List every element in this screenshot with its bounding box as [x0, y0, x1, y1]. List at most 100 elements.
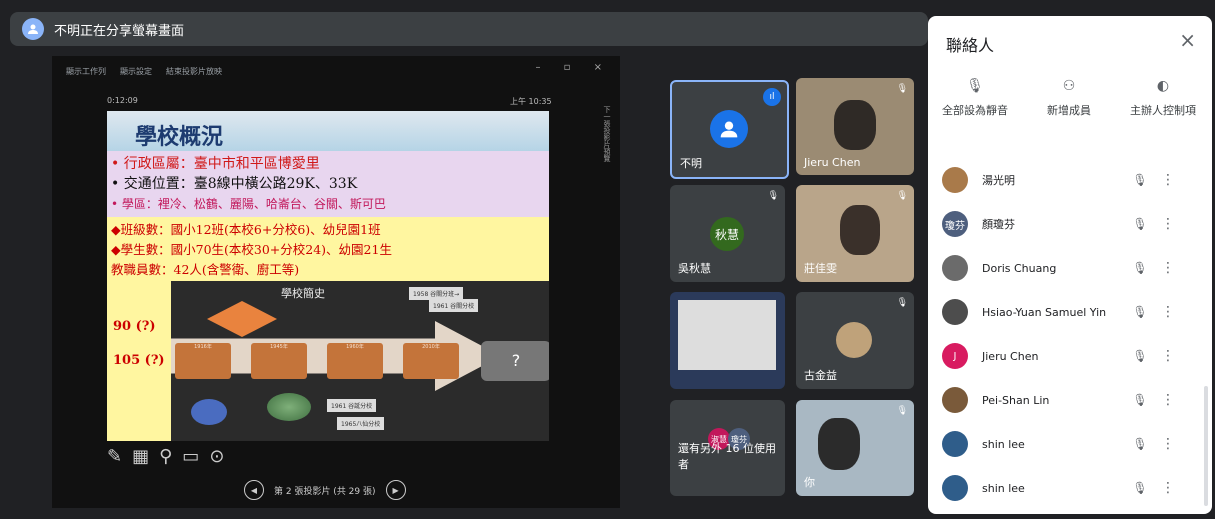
avatar-initials: J	[942, 343, 968, 369]
participant-name: Pei-Shan Lin	[982, 393, 1050, 407]
panel-actions: 🎙 全部設為靜音 ⚇ 新增成員 ◐ 主辦人控制項	[928, 78, 1212, 124]
next-slide-button[interactable]: ▶	[385, 480, 406, 500]
participant-row[interactable]: J Jieru Chen 🎙 ⋮	[928, 334, 1212, 378]
tile-name: Jieru Chen	[804, 156, 861, 169]
participant-row[interactable]: Doris Chuang 🎙 ⋮	[928, 246, 1212, 290]
add-people-button[interactable]: ⚇ 新增成員	[1022, 78, 1116, 118]
more-icon[interactable]: ⊙	[209, 446, 234, 467]
participant-tile[interactable]: 🎙 莊佳雯	[796, 185, 914, 282]
stat-line: 教職員數：42人(含警衛、廚工等)	[111, 262, 300, 277]
mic-off-icon[interactable]: 🎙	[1122, 393, 1158, 407]
panel-title: 聯絡人	[946, 36, 995, 55]
avatar	[942, 255, 968, 281]
avatar-icon	[22, 18, 44, 40]
action-label: 新增成員	[1047, 104, 1091, 117]
participant-name: shin lee	[982, 437, 1025, 451]
toolbar-item[interactable]: 顯示工作列	[66, 66, 106, 77]
avatar-initials: 瓊芬	[942, 211, 968, 237]
more-options-icon[interactable]: ⋮	[1158, 172, 1178, 188]
prev-slide-button[interactable]: ◀	[244, 480, 264, 500]
toggle-icon: ◐	[1156, 78, 1170, 94]
next-slide-note: 下一張投影片預覽	[603, 106, 611, 162]
more-options-icon[interactable]: ⋮	[1158, 304, 1178, 320]
tile-name: 不明	[680, 157, 702, 170]
participant-row[interactable]: Hsiao-Yuan Samuel Yin 🎙 ⋮	[928, 290, 1212, 334]
mic-off-icon: 🎙	[767, 191, 779, 201]
participant-tile[interactable]: 🎙 你	[796, 400, 914, 496]
slide-header: 學校概況	[107, 111, 549, 151]
host-controls-button[interactable]: ◐ 主辦人控制項	[1116, 78, 1210, 118]
zoom-icon[interactable]: ⚲	[159, 446, 182, 467]
presenting-text: 不明正在分享螢幕畫面	[54, 23, 185, 39]
avatar	[942, 387, 968, 413]
slide-stats: ◆班級數：國小12班(本校6+分校6)、幼兒園1班 ◆學生數：國小70生(本校3…	[107, 217, 549, 287]
slideshow-toolbar: 顯示工作列 顯示設定 結束投影片放映 – ▫ ×	[52, 56, 620, 86]
participant-tile[interactable]: 🎙 秋慧 吳秋慧	[670, 185, 785, 282]
slide-content: 學校概況 • 行政區屬：臺中市和平區博愛里 • 交通位置：臺8線中橫公路29K、…	[107, 111, 549, 441]
grid-icon[interactable]: ▦	[132, 446, 159, 467]
action-label: 全部設為靜音	[942, 104, 1008, 117]
label-90: 90 (?)	[113, 319, 156, 334]
close-icon[interactable]: ×	[1179, 28, 1196, 52]
slide-bullets: • 行政區屬：臺中市和平區博愛里 • 交通位置：臺8線中橫公路29K、33K •…	[107, 151, 549, 217]
more-options-icon[interactable]: ⋮	[1158, 260, 1178, 276]
action-label: 主辦人控制項	[1130, 104, 1196, 117]
avatar	[942, 431, 968, 457]
history-question: ?	[481, 341, 549, 381]
panel-scrollbar[interactable]	[1204, 386, 1208, 506]
mic-off-icon: 🎙	[896, 191, 908, 201]
avatar	[942, 475, 968, 501]
presenting-banner: 不明正在分享螢幕畫面	[10, 12, 928, 46]
participant-tile[interactable]	[670, 292, 785, 389]
mic-off-icon[interactable]: 🎙	[1122, 173, 1158, 187]
participant-tile[interactable]: 淑慧 瓊芬 還有另外 16 位使用者	[670, 400, 785, 496]
mic-off-icon[interactable]: 🎙	[1122, 349, 1158, 363]
bullet: • 學區：裡冷、松鶴、麗陽、哈崙台、谷關、斯可巴	[111, 197, 386, 211]
slide-navigation: ◀ 第 2 張投影片 (共 29 張) ▶	[244, 480, 406, 500]
mic-off-icon: 🎙	[966, 78, 984, 94]
history-title: 學校簡史	[281, 287, 325, 300]
participant-row[interactable]: 瓊芬 顏瓊芬 🎙 ⋮	[928, 202, 1212, 246]
mic-off-icon[interactable]: 🎙	[1122, 261, 1158, 275]
mic-off-icon[interactable]: 🎙	[1122, 481, 1158, 495]
participant-name: Doris Chuang	[982, 261, 1057, 275]
more-options-icon[interactable]: ⋮	[1158, 480, 1178, 496]
participant-row[interactable]: shin lee 🎙 ⋮	[928, 422, 1212, 466]
toolbar-item[interactable]: 顯示設定	[120, 66, 152, 77]
history-note: 1961 谷誕分校	[327, 399, 377, 412]
history-diagram: 學校簡史 1916年 1945年 1960年 2010年 ? 1958 谷關分班…	[171, 281, 549, 441]
tile-name: 你	[804, 476, 815, 489]
speaking-icon: ıl	[763, 88, 781, 106]
avatar	[942, 167, 968, 193]
more-options-icon[interactable]: ⋮	[1158, 348, 1178, 364]
window-controls[interactable]: – ▫ ×	[535, 62, 612, 73]
participant-tile[interactable]: 🎙 古金益	[796, 292, 914, 389]
participant-name: 湯光明	[982, 174, 1015, 187]
toolbar-item[interactable]: 結束投影片放映	[166, 66, 222, 77]
pen-icon[interactable]: ✎	[107, 446, 132, 467]
history-note: 1965八仙分校	[337, 417, 385, 430]
shared-screen: 顯示工作列 顯示設定 結束投影片放映 – ▫ × 0:12:09 上午 10:3…	[52, 56, 620, 508]
history-box: 1916年	[175, 343, 231, 379]
slide-title: 學校概況	[135, 124, 224, 150]
bullet: • 行政區屬：臺中市和平區博愛里	[111, 156, 320, 172]
participant-row[interactable]: shin lee 🎙 ⋮	[928, 466, 1212, 510]
history-box: 1960年	[327, 343, 383, 379]
more-options-icon[interactable]: ⋮	[1158, 392, 1178, 408]
participant-row[interactable]: 湯光明 🎙 ⋮	[928, 158, 1212, 202]
mic-off-icon[interactable]: 🎙	[1122, 437, 1158, 451]
more-options-icon[interactable]: ⋮	[1158, 216, 1178, 232]
video-person	[818, 418, 860, 470]
participant-row[interactable]: Pei-Shan Lin 🎙 ⋮	[928, 378, 1212, 422]
avatar	[942, 299, 968, 325]
mic-off-icon[interactable]: 🎙	[1122, 305, 1158, 319]
history-box: 1945年	[251, 343, 307, 379]
participant-name: Jieru Chen	[982, 349, 1039, 363]
tile-name: 莊佳雯	[804, 262, 837, 275]
mic-off-icon[interactable]: 🎙	[1122, 217, 1158, 231]
mute-all-button[interactable]: 🎙 全部設為靜音	[928, 78, 1022, 118]
participant-tile[interactable]: ıl 不明	[670, 80, 789, 179]
screen-icon[interactable]: ▭	[182, 446, 209, 467]
participant-tile[interactable]: 🎙 Jieru Chen	[796, 78, 914, 175]
more-options-icon[interactable]: ⋮	[1158, 436, 1178, 452]
